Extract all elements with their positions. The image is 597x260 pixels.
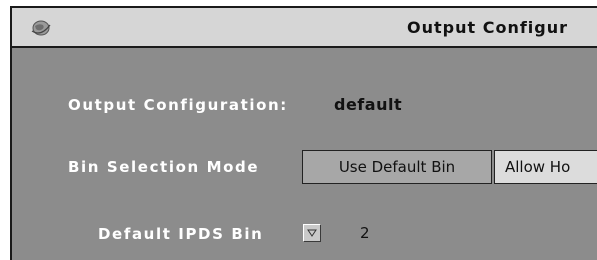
- output-config-value: default: [334, 95, 403, 114]
- default-bin-value: 2: [360, 224, 370, 242]
- bin-dropdown-button[interactable]: [303, 224, 321, 242]
- title-bar[interactable]: Output Configur: [12, 8, 597, 48]
- default-ipds-bin-label: Default IPDS Bin: [98, 225, 264, 243]
- output-config-window: Output Configur Output Configuration: de…: [10, 6, 597, 260]
- allow-host-button[interactable]: Allow Ho: [494, 150, 597, 184]
- window-title: Output Configur: [407, 18, 569, 37]
- output-config-label: Output Configuration:: [68, 96, 288, 114]
- use-default-bin-button[interactable]: Use Default Bin: [302, 150, 492, 184]
- form-area: Output Configuration: default Bin Select…: [12, 48, 597, 260]
- app-globe-icon[interactable]: [30, 18, 52, 38]
- bin-selection-mode-label: Bin Selection Mode: [68, 158, 260, 176]
- chevron-down-icon: [307, 229, 317, 237]
